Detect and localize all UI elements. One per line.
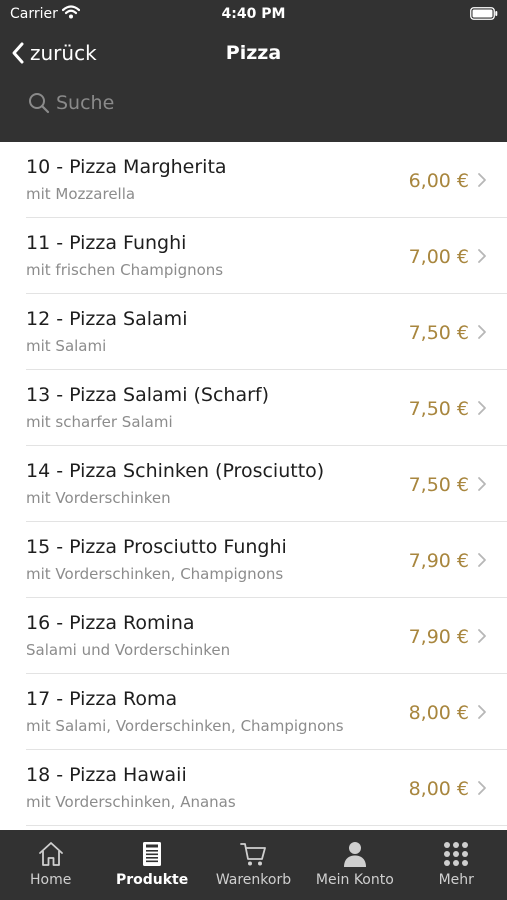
tab-mehr[interactable]: Mehr [406, 830, 507, 900]
product-price: 6,00 € [408, 170, 469, 192]
chevron-right-icon [478, 553, 486, 567]
product-description: mit Salami [26, 337, 107, 355]
product-row[interactable]: 13 - Pizza Salami (Scharf) mit scharfer … [0, 370, 507, 446]
product-title: 17 - Pizza Roma [26, 688, 178, 710]
tab-warenkorb[interactable]: Warenkorb [203, 830, 304, 900]
chevron-right-icon [478, 325, 486, 339]
product-list: 10 - Pizza Margherita mit Mozzarella 6,0… [0, 142, 507, 830]
chevron-right-icon [478, 781, 486, 795]
product-description: mit scharfer Salami [26, 413, 173, 431]
home-icon [38, 842, 63, 866]
product-title: 16 - Pizza Romina [26, 612, 195, 634]
menu-card-icon [143, 842, 162, 866]
product-description: mit frischen Champignons [26, 261, 224, 279]
chevron-right-icon [478, 173, 486, 187]
product-title: 13 - Pizza Salami (Scharf) [26, 384, 270, 406]
page-title: Pizza [225, 42, 282, 64]
product-price: 7,50 € [408, 398, 469, 420]
chevron-right-icon [478, 249, 486, 263]
tab-mein-konto[interactable]: Mein Konto [304, 830, 405, 900]
header: Carrier 4:40 PM zurück Pizza [0, 0, 507, 142]
tab-produkte[interactable]: Produkte [101, 830, 202, 900]
product-description: mit Vorderschinken, Champignons [26, 565, 284, 583]
search-input[interactable] [56, 92, 306, 114]
status-bar: Carrier 4:40 PM [0, 0, 507, 28]
tab-bar: Home Produkte Warenkorb Mein Konto Mehr [0, 830, 507, 900]
product-row[interactable]: 16 - Pizza Romina Salami und Vorderschin… [0, 598, 507, 674]
navigation-bar: zurück Pizza [0, 30, 507, 76]
product-price: 7,50 € [408, 322, 469, 344]
product-row[interactable]: 14 - Pizza Schinken (Prosciutto) mit Vor… [0, 446, 507, 522]
product-title: 18 - Pizza Hawaii [26, 764, 187, 786]
tab-home[interactable]: Home [0, 830, 101, 900]
tab-label: Home [30, 872, 72, 888]
product-price: 7,00 € [408, 246, 469, 268]
cart-icon [240, 843, 267, 866]
tab-label: Mehr [438, 872, 474, 888]
search-bar[interactable] [28, 88, 328, 118]
product-title: 11 - Pizza Funghi [26, 232, 187, 254]
chevron-right-icon [478, 629, 486, 643]
product-description: mit Vorderschinken, Ananas [26, 793, 236, 811]
product-price: 7,90 € [408, 550, 469, 572]
product-title: 12 - Pizza Salami [26, 308, 188, 330]
grid-icon [444, 842, 469, 866]
product-row[interactable]: 15 - Pizza Prosciutto Funghi mit Vorders… [0, 522, 507, 598]
product-description: mit Vorderschinken [26, 489, 171, 507]
clock: 4:40 PM [221, 6, 286, 22]
product-title: 10 - Pizza Margherita [26, 156, 227, 178]
chevron-right-icon [478, 705, 486, 719]
product-price: 7,50 € [408, 474, 469, 496]
search-icon [29, 93, 50, 114]
product-description: mit Salami, Vorderschinken, Champignons [26, 717, 344, 735]
tab-label: Mein Konto [315, 872, 394, 888]
tab-label: Warenkorb [215, 872, 292, 888]
product-row[interactable]: 10 - Pizza Margherita mit Mozzarella 6,0… [0, 142, 507, 218]
product-title: 15 - Pizza Prosciutto Funghi [26, 536, 287, 558]
product-price: 7,90 € [408, 626, 469, 648]
chevron-right-icon [478, 477, 486, 491]
product-row[interactable]: 12 - Pizza Salami mit Salami 7,50 € [0, 294, 507, 370]
product-row[interactable]: 18 - Pizza Hawaii mit Vorderschinken, An… [0, 750, 507, 826]
product-row[interactable]: 11 - Pizza Funghi mit frischen Champigno… [0, 218, 507, 294]
product-description: Salami und Vorderschinken [26, 641, 231, 659]
product-title: 14 - Pizza Schinken (Prosciutto) [26, 460, 325, 482]
battery-icon [470, 7, 498, 20]
product-price: 8,00 € [408, 702, 469, 724]
chevron-right-icon [478, 401, 486, 415]
person-icon [343, 842, 366, 867]
product-row[interactable]: 17 - Pizza Roma mit Salami, Vorderschink… [0, 674, 507, 750]
tab-label: Produkte [115, 872, 189, 888]
product-price: 8,00 € [408, 778, 469, 800]
product-description: mit Mozzarella [26, 185, 136, 203]
